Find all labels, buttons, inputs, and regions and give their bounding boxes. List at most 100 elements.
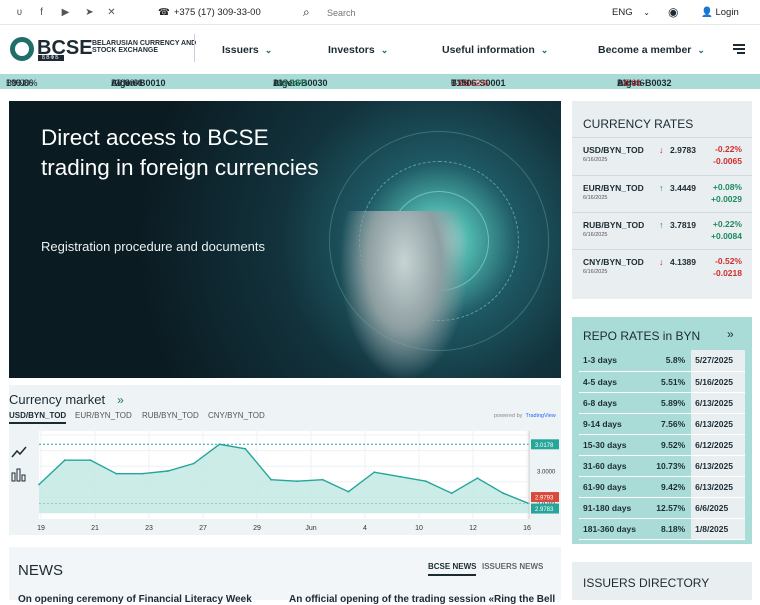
- telegram-icon[interactable]: ➤: [84, 7, 95, 18]
- chart-point[interactable]: [167, 470, 169, 472]
- chart-point[interactable]: [321, 478, 324, 481]
- repo-rate-row[interactable]: 181-360 days 8.18% 1/8/2025: [579, 518, 745, 540]
- chart-svg[interactable]: 1921232729Jun41012163.01783.00002.97833.…: [9, 425, 561, 535]
- rate-row[interactable]: RUB/BYN_TOD 6/16/2025 ↑ 3.7819 +0.22% +0…: [572, 212, 752, 249]
- hero-title: Direct access to BCSE trading in foreign…: [41, 125, 319, 180]
- issuers-directory-panel[interactable]: ISSUERS DIRECTORY: [572, 562, 752, 600]
- rate-row[interactable]: CNY/BYN_TOD 6/16/2025 ↓ 4.1389 -0.52% -0…: [572, 249, 752, 286]
- search-box[interactable]: ⌕: [303, 5, 453, 20]
- repo-term: 9-14 days: [579, 413, 653, 435]
- nav-investors[interactable]: Investors ⌄: [328, 44, 388, 56]
- repo-term: 31-60 days: [579, 455, 653, 477]
- phone-link[interactable]: ☎ +375 (17) 309-33-00: [158, 7, 261, 18]
- chart-point[interactable]: [424, 480, 427, 483]
- currency-market-title[interactable]: Currency market»: [9, 392, 124, 407]
- chart-point[interactable]: [476, 477, 479, 480]
- repo-rate-row[interactable]: 15-30 days 9.52% 6/12/2025: [579, 434, 745, 456]
- vk-icon[interactable]: ʋ: [14, 7, 25, 18]
- search-input[interactable]: [327, 5, 447, 20]
- tab-bcse-news[interactable]: BCSE NEWS: [428, 562, 477, 576]
- repo-rate-row[interactable]: 91-180 days 12.57% 6/6/2025: [579, 497, 745, 519]
- repo-date: 6/13/2025: [691, 392, 745, 414]
- menu-icon[interactable]: [733, 44, 745, 54]
- hero-banner[interactable]: Direct access to BCSE trading in foreign…: [9, 101, 561, 378]
- chart-point[interactable]: [244, 447, 247, 450]
- chart-x-tick-label: 4: [363, 525, 367, 532]
- chart-x-tick-label: 23: [145, 525, 153, 532]
- hero-link[interactable]: Registration procedure and documents: [41, 239, 265, 254]
- rate-change-percent: -0.52%: [715, 256, 742, 266]
- repo-rate-row[interactable]: 31-60 days 10.73% 6/13/2025: [579, 455, 745, 477]
- tab-eur-byn[interactable]: EUR/BYN_TOD: [75, 411, 132, 420]
- tab-rub-byn[interactable]: RUB/BYN_TOD: [142, 411, 199, 420]
- repo-date: 6/13/2025: [691, 455, 745, 477]
- chart-point[interactable]: [89, 459, 92, 462]
- nav-label: Useful information: [442, 44, 535, 56]
- chart-x-tick-label: Jun: [305, 525, 316, 532]
- chart-point[interactable]: [270, 478, 273, 481]
- chart-point[interactable]: [115, 472, 118, 475]
- bar-chart-icon[interactable]: [11, 472, 16, 482]
- chart-point[interactable]: [347, 490, 350, 493]
- nav-useful-information[interactable]: Useful information ⌄: [442, 44, 548, 56]
- chart-point[interactable]: [502, 492, 505, 495]
- chart-point[interactable]: [63, 459, 66, 462]
- chart-point[interactable]: [373, 471, 376, 474]
- chart-point[interactable]: [399, 475, 401, 478]
- chart-x-tick-label: 12: [469, 525, 477, 532]
- repo-rate: 8.18%: [652, 518, 692, 540]
- chart-x-tick-label: 29: [253, 525, 261, 532]
- search-icon[interactable]: ⌕: [303, 5, 310, 20]
- tab-usd-byn[interactable]: USD/BYN_TOD: [9, 411, 67, 424]
- chart-point[interactable]: [295, 480, 298, 483]
- double-chevron-right-icon[interactable]: »: [727, 327, 734, 341]
- facebook-icon[interactable]: f: [36, 7, 47, 18]
- bar-chart-icon[interactable]: [16, 468, 21, 482]
- logo-divider: [194, 34, 195, 62]
- repo-rate-row[interactable]: 1-3 days 5.8% 5/27/2025: [579, 350, 745, 372]
- chart-point[interactable]: [218, 443, 221, 446]
- language-selector[interactable]: ENG ⌄: [612, 7, 650, 18]
- line-chart-icon[interactable]: [11, 446, 27, 458]
- chart-point[interactable]: [450, 492, 453, 495]
- tab-cny-byn[interactable]: CNY/BYN_TOD: [208, 411, 265, 420]
- nav-issuers[interactable]: Issuers ⌄: [222, 44, 272, 56]
- repo-rates-title[interactable]: REPO RATES in BYN: [583, 329, 700, 343]
- tab-issuers-news[interactable]: ISSUERS NEWS: [482, 562, 543, 571]
- repo-rate-row[interactable]: 4-5 days 5.51% 5/16/2025: [579, 371, 745, 393]
- currency-rates-panel: CURRENCY RATES USD/BYN_TOD 6/16/2025 ↓ 2…: [572, 101, 752, 299]
- repo-rates-table: 1-3 days 5.8% 5/27/2025 4-5 days 5.51% 5/16/2…: [579, 350, 745, 540]
- nav-become-a-member[interactable]: Become a member ⌄: [598, 44, 705, 56]
- login-button[interactable]: 👤 Login: [701, 7, 739, 18]
- repo-rate: 12.57%: [652, 497, 692, 519]
- chevron-down-icon: ⌄: [540, 45, 549, 55]
- powered-by[interactable]: powered by TradingView: [494, 413, 556, 419]
- carousel-dots[interactable]: [269, 372, 300, 378]
- arrow-down-icon: ↓: [659, 145, 664, 155]
- chart-x-tick-label: 19: [37, 525, 45, 532]
- repo-rate-row[interactable]: 9-14 days 7.56% 6/13/2025: [579, 413, 745, 435]
- eye-icon[interactable]: ◉: [668, 5, 678, 19]
- chevron-down-icon: ⌄: [697, 45, 705, 55]
- x-icon[interactable]: ✕: [106, 7, 117, 18]
- repo-rate-row[interactable]: 6-8 days 5.89% 6/13/2025: [579, 392, 745, 414]
- youtube-icon[interactable]: ▶: [60, 7, 71, 18]
- logo-mark-icon: [10, 37, 34, 61]
- bar-chart-icon[interactable]: [21, 474, 26, 482]
- issuers-directory-title[interactable]: ISSUERS DIRECTORY: [583, 576, 709, 590]
- chart-price-marker-label: 2.9783: [535, 507, 554, 513]
- double-chevron-right-icon[interactable]: »: [117, 393, 124, 407]
- repo-date: 6/6/2025: [691, 497, 745, 519]
- currency-chart[interactable]: 1921232729Jun41012163.01783.00002.97833.…: [9, 425, 561, 535]
- chart-point[interactable]: [192, 462, 195, 465]
- rate-row[interactable]: USD/BYN_TOD 6/16/2025 ↓ 2.9783 -0.22% -0…: [572, 137, 752, 174]
- chart-x-tick-label: 27: [199, 525, 207, 532]
- rate-row[interactable]: EUR/BYN_TOD 6/16/2025 ↑ 3.4449 +0.08% +0…: [572, 175, 752, 212]
- arrow-down-icon: ↓: [659, 257, 664, 267]
- chart-point[interactable]: [38, 483, 40, 486]
- bcse-logo[interactable]: BCSE БВФБ BELARUSIAN CURRENCY AND STOCK …: [10, 34, 196, 63]
- repo-term: 181-360 days: [579, 518, 653, 540]
- repo-rate: 5.51%: [652, 371, 692, 393]
- chart-point[interactable]: [141, 472, 144, 475]
- repo-rate-row[interactable]: 61-90 days 9.42% 6/13/2025: [579, 476, 745, 498]
